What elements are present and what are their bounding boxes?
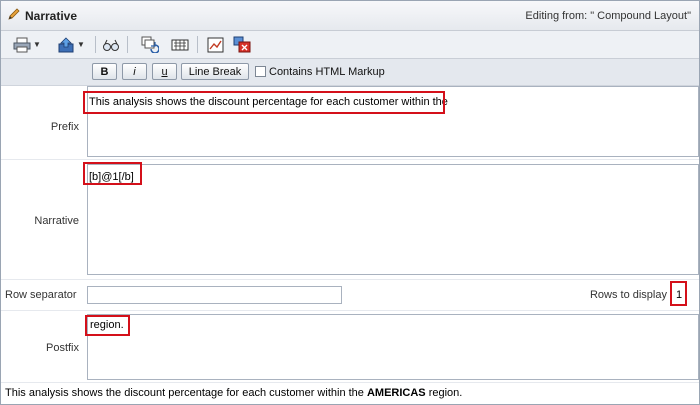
chevron-down-icon: ▼: [33, 40, 41, 49]
print-icon: [13, 37, 31, 52]
rows-to-display-label: Rows to display: [589, 289, 667, 301]
preview-button[interactable]: [102, 35, 120, 54]
export-button[interactable]: ▼: [57, 35, 85, 54]
delete-view-button[interactable]: [233, 35, 251, 54]
row-separator-input[interactable]: [87, 286, 342, 304]
italic-button[interactable]: i: [122, 63, 147, 80]
highlight-prefix: [83, 91, 445, 114]
preview-region: AMERICAS: [366, 387, 426, 399]
pencil-icon: [8, 8, 20, 20]
properties-button[interactable]: [171, 35, 189, 54]
refresh-icon: [141, 36, 159, 53]
refresh-button[interactable]: [141, 35, 159, 54]
narrative-textarea[interactable]: [b]@1[/b]: [87, 164, 699, 275]
print-button[interactable]: ▼: [13, 35, 41, 54]
toolbar: ▼ ▼: [1, 31, 699, 59]
highlight-postfix: [85, 315, 130, 336]
preview-icon: [103, 39, 119, 51]
underline-button[interactable]: u: [152, 63, 177, 80]
narrative-preview: This analysis shows the discount percent…: [5, 387, 463, 399]
bold-button[interactable]: B: [92, 63, 117, 80]
export-icon: [58, 36, 74, 52]
editing-from-label: Editing from: " Compound Layout": [525, 10, 691, 22]
edit-chart-icon: [207, 37, 224, 52]
html-markup-checkbox[interactable]: [255, 66, 266, 77]
line-break-button[interactable]: Line Break: [181, 63, 249, 80]
narrative-editor: Narrative Editing from: " Compound Layou…: [0, 0, 700, 405]
chevron-down-icon: ▼: [77, 40, 85, 49]
html-markup-label: Contains HTML Markup: [269, 66, 385, 78]
row-separator-label: Row separator: [5, 289, 77, 301]
properties-icon: [171, 39, 189, 50]
delete-view-icon: [233, 36, 251, 53]
postfix-label: Postfix: [45, 342, 79, 354]
highlight-narrative: [83, 162, 142, 185]
page-title: Narrative: [25, 9, 78, 23]
edit-chart-button[interactable]: [207, 35, 224, 54]
prefix-label: Prefix: [50, 121, 79, 133]
narrative-label: Narrative: [34, 215, 79, 227]
highlight-rows: [670, 281, 687, 306]
title-bar: Narrative Editing from: " Compound Layou…: [1, 1, 699, 31]
format-toolbar: B i u Line Break Contains HTML Markup: [1, 59, 699, 86]
postfix-textarea[interactable]: region.: [87, 314, 699, 380]
